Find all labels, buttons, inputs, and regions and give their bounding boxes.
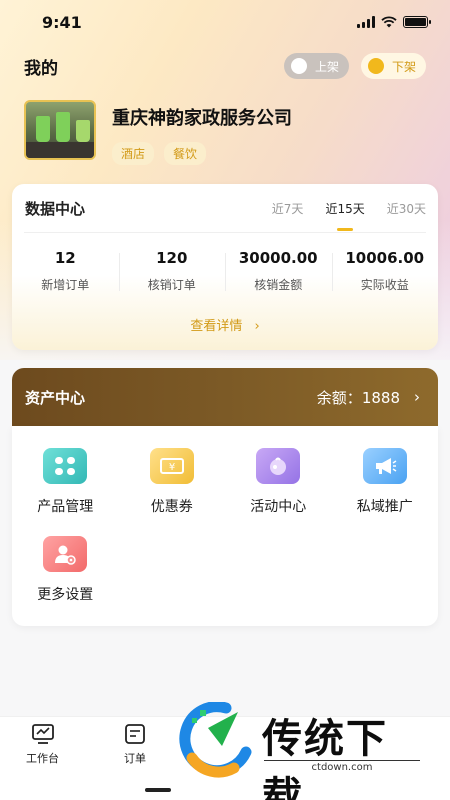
menu-product-management[interactable]: 产品管理 xyxy=(12,448,119,516)
menu-activity-center[interactable]: 活动中心 xyxy=(225,448,332,516)
watermark: 传统下载 ctdown.com xyxy=(178,700,428,800)
toggle-knob xyxy=(290,58,307,74)
company-avatar[interactable] xyxy=(24,100,96,160)
data-center-title: 数据中心 xyxy=(25,199,86,218)
status-time: 9:41 xyxy=(42,12,82,32)
order-icon xyxy=(125,724,145,744)
data-center-header: 数据中心 近7天 近15天 近30天 xyxy=(12,184,438,232)
view-details-link[interactable]: 查看详情 › xyxy=(12,315,438,334)
chevron-right-icon: › xyxy=(254,319,260,334)
menu-label: 产品管理 xyxy=(37,499,94,515)
stat-value: 120 xyxy=(156,249,188,267)
stat-actual-income: 10006.00 实际收益 xyxy=(331,249,439,293)
page-title: 我的 xyxy=(24,58,58,79)
stat-label: 实际收益 xyxy=(360,278,409,292)
chevron-right-icon: › xyxy=(414,388,420,406)
company-info: 重庆神韵家政服务公司 酒店 餐饮 xyxy=(112,100,292,165)
company-tags: 酒店 餐饮 xyxy=(112,142,292,165)
watermark-logo xyxy=(179,702,252,778)
asset-menu-grid: 产品管理 ¥ 优惠券 活动中心 私域推广 更多设置 xyxy=(12,426,438,604)
stat-verified-orders: 120 核销订单 xyxy=(118,249,226,293)
divider xyxy=(24,232,426,233)
status-icons xyxy=(357,16,431,28)
tab-7-days[interactable]: 近7天 xyxy=(272,200,304,217)
activity-icon xyxy=(256,448,301,484)
coupon-icon: ¥ xyxy=(149,448,194,484)
menu-label: 更多设置 xyxy=(37,587,94,603)
wifi-icon xyxy=(381,16,397,28)
view-details-label: 查看详情 xyxy=(190,319,243,334)
stat-label: 新增订单 xyxy=(41,278,90,292)
stat-value: 12 xyxy=(54,249,76,267)
signal-icon xyxy=(357,16,375,28)
tab-15-days[interactable]: 近15天 xyxy=(325,200,365,231)
status-bar: 9:41 xyxy=(0,0,450,44)
workbench-icon xyxy=(31,724,54,744)
user-settings-icon xyxy=(43,536,88,572)
tab-label: 订单 xyxy=(124,752,146,765)
svg-text:¥: ¥ xyxy=(169,462,175,473)
data-center-card: 数据中心 近7天 近15天 近30天 12 新增订单 120 核销订单 3000… xyxy=(12,184,438,350)
stat-new-orders: 12 新增订单 xyxy=(12,249,119,293)
stat-verified-amount: 30000.00 核销金额 xyxy=(225,249,332,293)
tag-hotel: 酒店 xyxy=(112,142,155,165)
tab-label: 工作台 xyxy=(26,752,59,765)
off-shelf-label: 下架 xyxy=(391,59,416,74)
menu-more-settings[interactable]: 更多设置 xyxy=(12,536,119,604)
tab-30-days[interactable]: 近30天 xyxy=(387,200,426,217)
date-range-tabs: 近7天 近15天 近30天 xyxy=(272,200,426,231)
tab-workbench[interactable]: 工作台 xyxy=(26,723,59,766)
watermark-text: 传统下载 xyxy=(262,716,388,800)
off-shelf-toggle[interactable]: 下架 xyxy=(360,53,426,79)
toggle-knob xyxy=(367,58,384,74)
menu-private-promotion[interactable]: 私域推广 xyxy=(332,448,439,516)
menu-label: 活动中心 xyxy=(250,499,307,515)
asset-center-title: 资产中心 xyxy=(25,388,86,407)
balance-value: 1888 xyxy=(361,388,400,407)
stat-label: 核销金额 xyxy=(254,278,303,292)
balance-label: 余额： xyxy=(316,388,362,407)
megaphone-icon xyxy=(362,448,407,484)
stat-label: 核销订单 xyxy=(147,278,196,292)
asset-center-header[interactable]: 资产中心 余额：1888 › xyxy=(12,368,438,426)
on-shelf-toggle[interactable]: 上架 xyxy=(283,53,349,79)
company-profile: 重庆神韵家政服务公司 酒店 餐饮 xyxy=(24,100,430,165)
watermark-url: ctdown.com xyxy=(264,760,420,773)
stat-value: 10006.00 xyxy=(345,249,425,267)
asset-center-body: 产品管理 ¥ 优惠券 活动中心 私域推广 更多设置 xyxy=(12,426,438,626)
tag-dining: 餐饮 xyxy=(164,142,207,165)
battery-icon xyxy=(403,16,431,28)
on-shelf-label: 上架 xyxy=(314,59,339,74)
menu-label: 优惠券 xyxy=(150,499,193,515)
page-header: 我的 上架 下架 xyxy=(24,50,426,82)
product-grid-icon xyxy=(43,448,88,484)
shelf-toggles: 上架 下架 xyxy=(283,53,426,79)
menu-label: 私域推广 xyxy=(356,499,413,515)
tab-orders[interactable]: 订单 xyxy=(123,723,147,766)
balance: 余额：1888 › xyxy=(317,387,420,408)
company-name: 重庆神韵家政服务公司 xyxy=(112,108,292,129)
menu-coupons[interactable]: ¥ 优惠券 xyxy=(119,448,226,516)
home-indicator xyxy=(145,788,171,792)
stats-row: 12 新增订单 120 核销订单 30000.00 核销金额 10006.00 … xyxy=(12,249,438,293)
stat-value: 30000.00 xyxy=(238,249,318,267)
